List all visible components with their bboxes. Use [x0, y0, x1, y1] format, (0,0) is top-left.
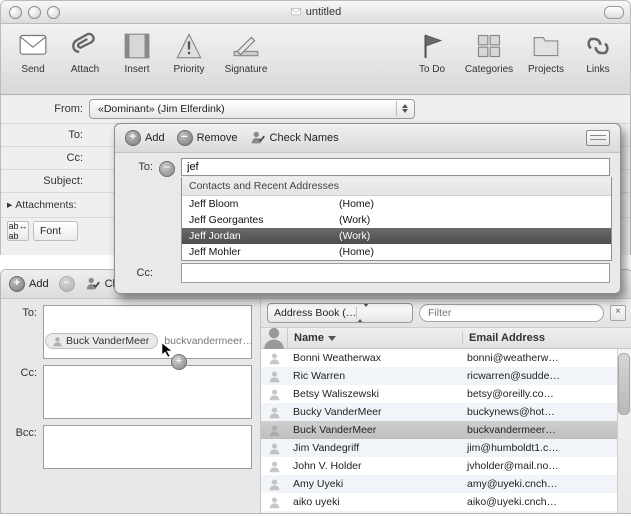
- autocomplete-header: Contacts and Recent Addresses: [182, 177, 611, 196]
- from-label: From:: [7, 103, 83, 115]
- font-popup[interactable]: Font: [33, 221, 78, 241]
- name-column-header[interactable]: Name: [288, 332, 463, 344]
- clear-filter-button[interactable]: ×: [610, 305, 626, 321]
- subject-label: Subject:: [7, 175, 83, 187]
- from-row: From: «Dominant» (Jim Elferdink): [0, 95, 631, 123]
- priority-button[interactable]: Priority: [163, 30, 215, 75]
- picker-cc-field[interactable]: [43, 365, 252, 419]
- person-check-icon: [85, 276, 101, 292]
- add-recipient-button[interactable]: + Add: [125, 130, 165, 146]
- picker-cc-label: Cc:: [9, 365, 37, 419]
- table-row[interactable]: Buck VanderMeerbuckvandermeer…: [261, 421, 631, 439]
- minus-icon: −: [177, 130, 193, 146]
- drag-chip: Buck VanderMeer buckvandermeer…: [45, 333, 253, 349]
- table-row[interactable]: Bonni Weatherwaxbonni@weatherw…: [261, 349, 631, 367]
- person-check-icon: [250, 130, 266, 146]
- projects-button[interactable]: Projects: [520, 30, 572, 75]
- envelope-icon: [290, 7, 302, 17]
- picker-to-label: To:: [9, 305, 37, 359]
- folder-icon: [531, 32, 561, 60]
- text-tool-icon[interactable]: ab↔ab: [7, 221, 29, 241]
- toolbar-pill-button[interactable]: [604, 6, 624, 19]
- window-titlebar: untitled: [0, 0, 631, 24]
- window-controls: [9, 6, 60, 19]
- remove-to-line-button[interactable]: −: [159, 161, 175, 177]
- send-button[interactable]: Send: [7, 30, 59, 75]
- contacts-table[interactable]: Bonni Weatherwaxbonni@weatherw…Ric Warre…: [261, 349, 631, 513]
- chevron-updown-icon: [396, 101, 412, 116]
- window-title: untitled: [306, 6, 341, 18]
- scrollbar[interactable]: [617, 349, 631, 513]
- zoom-button[interactable]: [47, 6, 60, 19]
- filter-input[interactable]: [419, 304, 604, 322]
- picker-to-field[interactable]: [43, 305, 252, 359]
- links-button[interactable]: Links: [572, 30, 624, 75]
- table-row[interactable]: Jim Vandegriffjim@humboldt1.c…: [261, 439, 631, 457]
- categories-button[interactable]: Categories: [458, 30, 520, 75]
- priority-icon: [174, 32, 204, 60]
- email-column-header[interactable]: Email Address: [463, 332, 631, 344]
- person-icon: [261, 325, 287, 351]
- table-row[interactable]: Amy Uyekiamy@uyeki.cnch…: [261, 475, 631, 493]
- remove-recipient-button[interactable]: − Remove: [177, 130, 238, 146]
- picker-remove-button[interactable]: −: [59, 276, 75, 292]
- attachments-label: ▸Attachments:: [7, 199, 77, 211]
- contacts-header: Name Email Address: [261, 328, 631, 349]
- signature-icon: [231, 32, 261, 60]
- sort-desc-icon: [328, 336, 336, 341]
- table-row[interactable]: John V. Holderjvholder@mail.no…: [261, 457, 631, 475]
- panel-cc-label: Cc:: [125, 267, 153, 279]
- categories-icon: [474, 32, 504, 60]
- autocomplete-row[interactable]: Jeff Georgantes (Work): [182, 212, 611, 228]
- drag-plus-badge: +: [171, 354, 187, 370]
- autocomplete-row[interactable]: Jeff Mohler (Home): [182, 244, 611, 260]
- autocomplete-popup: Contacts and Recent Addresses Jeff Bloom…: [181, 177, 612, 261]
- close-button[interactable]: [9, 6, 22, 19]
- picker-bcc-field[interactable]: [43, 425, 252, 469]
- autocomplete-row[interactable]: Jeff Jordan (Work): [182, 228, 611, 244]
- chevron-updown-icon: [356, 307, 369, 319]
- signature-button[interactable]: Signature: [215, 30, 277, 75]
- plus-icon: +: [9, 276, 25, 292]
- table-row[interactable]: Bucky VanderMeerbuckynews@hot…: [261, 403, 631, 421]
- person-icon: [52, 336, 63, 347]
- insert-icon: [122, 32, 152, 60]
- from-account-popup[interactable]: «Dominant» (Jim Elferdink): [89, 99, 415, 119]
- links-icon: [583, 32, 613, 60]
- plus-icon: +: [125, 130, 141, 146]
- table-row[interactable]: aiko uyekiaiko@uyeki.cnch…: [261, 493, 631, 511]
- picker-bcc-label: Bcc:: [9, 425, 37, 469]
- flag-icon: [417, 32, 447, 60]
- panel-to-input[interactable]: [181, 158, 610, 176]
- minimize-button[interactable]: [28, 6, 41, 19]
- to-label: To:: [7, 129, 83, 141]
- scroll-thumb[interactable]: [618, 353, 630, 415]
- paperclip-icon: [70, 32, 100, 60]
- table-row[interactable]: Ursulaosborne@humbol…: [261, 511, 631, 513]
- panel-cc-input[interactable]: [181, 263, 610, 283]
- minus-icon: −: [59, 276, 75, 292]
- address-picker-window: + Add − Check Names To: Cc: Bcc:: [0, 269, 631, 514]
- attach-button[interactable]: Attach: [59, 30, 111, 75]
- address-panel-icon[interactable]: [586, 130, 610, 146]
- address-source-popup[interactable]: Address Book (…: [267, 303, 413, 323]
- check-names-panel: + Add − Remove Check Names To: − Contact…: [114, 123, 621, 294]
- send-icon: [18, 32, 48, 60]
- panel-to-label: To:: [125, 158, 153, 173]
- insert-button[interactable]: Insert: [111, 30, 163, 75]
- todo-button[interactable]: To Do: [406, 30, 458, 75]
- cc-label: Cc:: [7, 152, 83, 164]
- table-row[interactable]: Betsy Waliszewskibetsy@oreilly.co…: [261, 385, 631, 403]
- autocomplete-row[interactable]: Jeff Bloom (Home): [182, 196, 611, 212]
- check-names-button[interactable]: Check Names: [250, 130, 339, 146]
- picker-add-button[interactable]: + Add: [9, 276, 49, 292]
- table-row[interactable]: Ric Warrenricwarren@sudde…: [261, 367, 631, 385]
- compose-toolbar: Send Attach Insert Priority Signature To…: [0, 24, 631, 95]
